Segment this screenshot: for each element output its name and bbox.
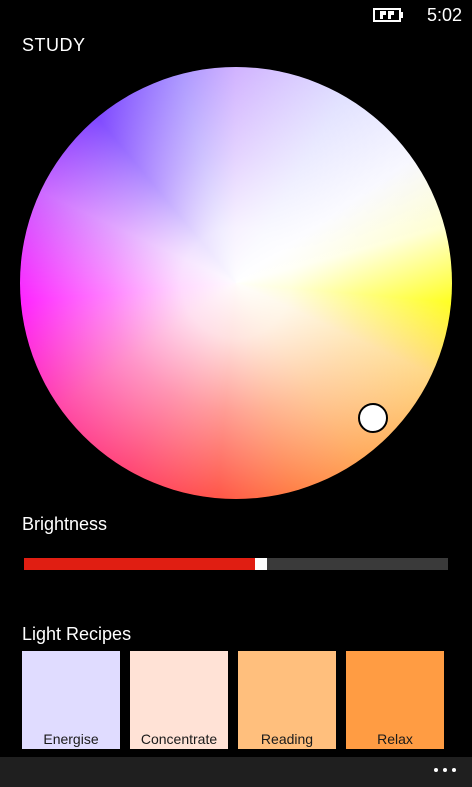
status-time: 5:02 — [426, 5, 462, 25]
recipe-label: Energise — [43, 731, 99, 747]
more-ellipsis-icon[interactable] — [432, 766, 458, 774]
recipe-energise[interactable]: Energise — [22, 651, 120, 749]
brightness-slider-thumb[interactable] — [255, 558, 268, 570]
brightness-slider-fill — [24, 558, 262, 570]
status-bar: 5:02 — [0, 0, 472, 32]
color-wheel[interactable] — [20, 67, 452, 499]
recipe-concentrate[interactable]: Concentrate — [130, 651, 228, 749]
battery-charging-icon — [373, 8, 403, 22]
recipe-label: Relax — [377, 731, 413, 747]
brightness-label: Brightness — [22, 514, 108, 534]
recipe-relax[interactable]: Relax — [346, 651, 444, 749]
app-bar — [0, 757, 472, 787]
dot — [443, 768, 447, 772]
light-recipes-list: Energise Concentrate Reading Relax — [22, 651, 444, 749]
brightness-slider[interactable] — [24, 558, 448, 570]
color-wheel-gradient[interactable] — [20, 67, 452, 499]
color-picker-handle-icon[interactable] — [358, 403, 388, 433]
recipe-label: Concentrate — [140, 731, 218, 747]
light-recipes-label: Light Recipes — [22, 624, 132, 644]
dot — [452, 768, 456, 772]
page-title: STUDY — [22, 35, 86, 55]
recipe-reading[interactable]: Reading — [238, 651, 336, 749]
dot — [434, 768, 438, 772]
recipe-label: Reading — [260, 731, 314, 747]
